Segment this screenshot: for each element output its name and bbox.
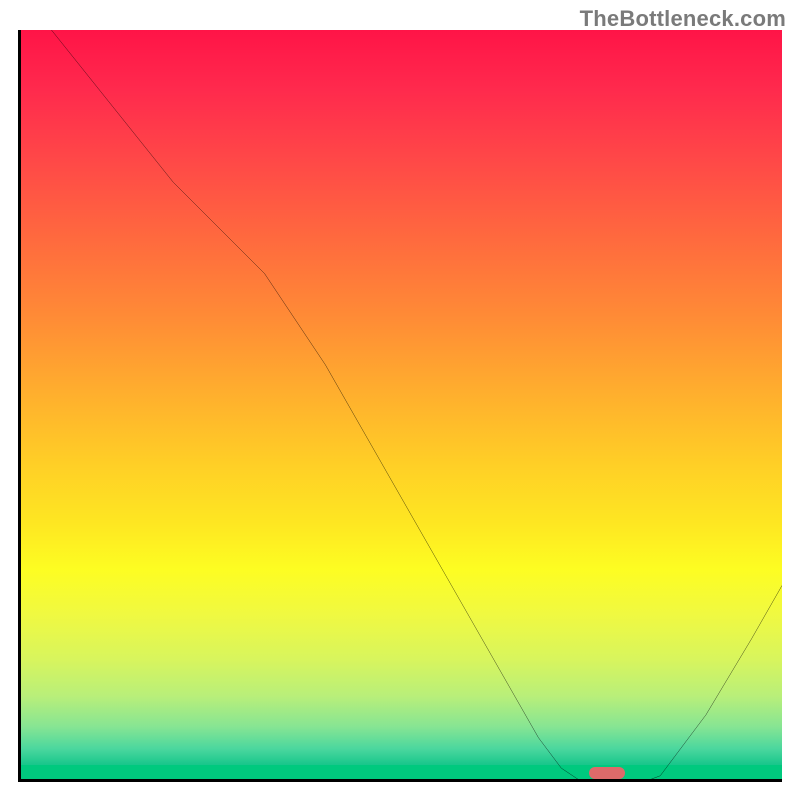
watermark-text: TheBottleneck.com <box>580 6 786 32</box>
chart-area <box>18 30 782 782</box>
optimal-marker <box>589 767 625 779</box>
bottleneck-curve <box>21 30 782 782</box>
